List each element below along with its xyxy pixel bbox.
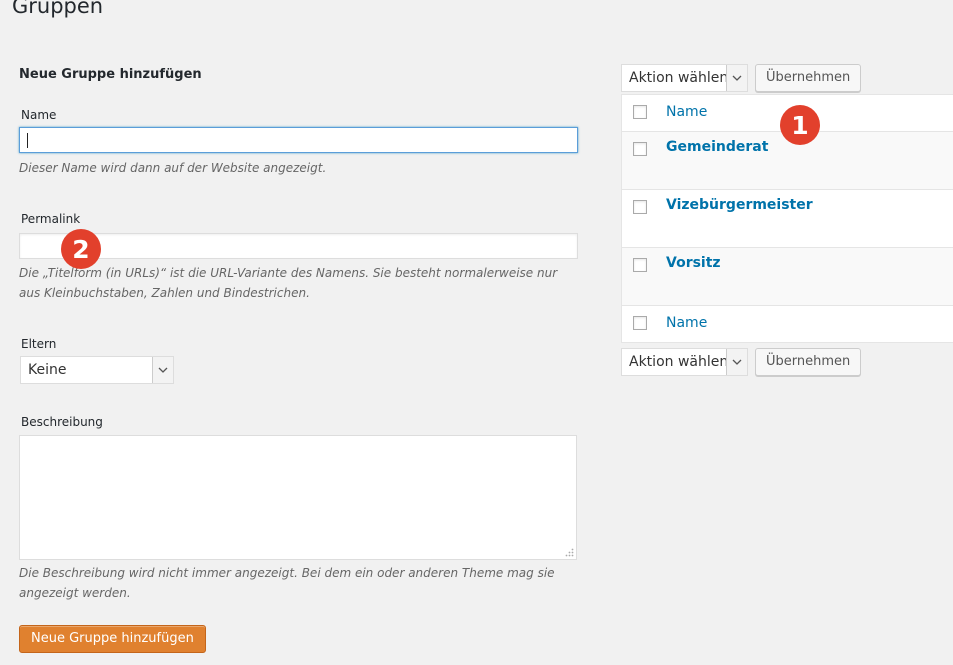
parent-select[interactable]: Keine bbox=[20, 356, 174, 384]
chevron-down-icon bbox=[726, 65, 747, 91]
table-row: Vorsitz bbox=[622, 248, 953, 306]
description-label: Beschreibung bbox=[21, 415, 103, 429]
column-footer-name[interactable]: Name bbox=[666, 315, 707, 331]
name-help: Dieser Name wird dann auf der Website an… bbox=[19, 161, 327, 175]
marker-2: 2 bbox=[61, 229, 101, 269]
form-heading: Neue Gruppe hinzufügen bbox=[19, 67, 202, 82]
select-all-checkbox-footer[interactable] bbox=[633, 316, 647, 330]
bulk-actions-top: Aktion wählen Übernehmen bbox=[621, 64, 862, 92]
groups-page: Gruppen Neue Gruppe hinzufügen Name Dies… bbox=[0, 0, 953, 665]
slug-help: Die „Titelform (in URLs)“ ist die URL-Va… bbox=[19, 266, 558, 300]
description-help: Die Beschreibung wird nicht immer angeze… bbox=[19, 566, 555, 600]
row-name-link[interactable]: Gemeinderat bbox=[666, 139, 768, 155]
table-footer-row: Name bbox=[622, 306, 953, 342]
add-group-button[interactable]: Neue Gruppe hinzufügen bbox=[19, 625, 206, 653]
parent-label: Eltern bbox=[21, 337, 57, 351]
slug-input[interactable] bbox=[19, 233, 578, 259]
marker-1: 1 bbox=[780, 105, 820, 145]
bulk-actions-bottom: Aktion wählen Übernehmen bbox=[621, 348, 862, 376]
chevron-down-icon bbox=[726, 349, 747, 375]
table-row: Vizebürgermeister bbox=[622, 190, 953, 248]
description-textarea[interactable] bbox=[19, 435, 577, 560]
select-all-checkbox[interactable] bbox=[633, 105, 647, 119]
row-checkbox[interactable] bbox=[633, 258, 647, 272]
row-name-link[interactable]: Vizebürgermeister bbox=[666, 197, 813, 213]
bulk-action-select-bottom[interactable]: Aktion wählen bbox=[621, 348, 748, 376]
text-cursor bbox=[27, 133, 28, 148]
column-header-name[interactable]: Name bbox=[666, 104, 707, 120]
slug-label: Permalink bbox=[21, 212, 81, 226]
row-name-link[interactable]: Vorsitz bbox=[666, 255, 721, 271]
bulk-action-select-top[interactable]: Aktion wählen bbox=[621, 64, 748, 92]
row-checkbox[interactable] bbox=[633, 142, 647, 156]
bulk-action-select-top-value: Aktion wählen bbox=[629, 70, 729, 86]
name-label: Name bbox=[21, 108, 57, 122]
apply-button-bottom[interactable]: Übernehmen bbox=[755, 348, 862, 376]
chevron-down-icon bbox=[152, 357, 173, 383]
apply-button-top[interactable]: Übernehmen bbox=[755, 64, 862, 92]
name-input[interactable] bbox=[19, 127, 578, 153]
resize-grip-icon[interactable] bbox=[564, 547, 574, 557]
bulk-action-select-bottom-value: Aktion wählen bbox=[629, 354, 729, 370]
row-checkbox[interactable] bbox=[633, 200, 647, 214]
page-title: Gruppen bbox=[12, 0, 104, 18]
parent-select-value: Keine bbox=[28, 362, 67, 378]
